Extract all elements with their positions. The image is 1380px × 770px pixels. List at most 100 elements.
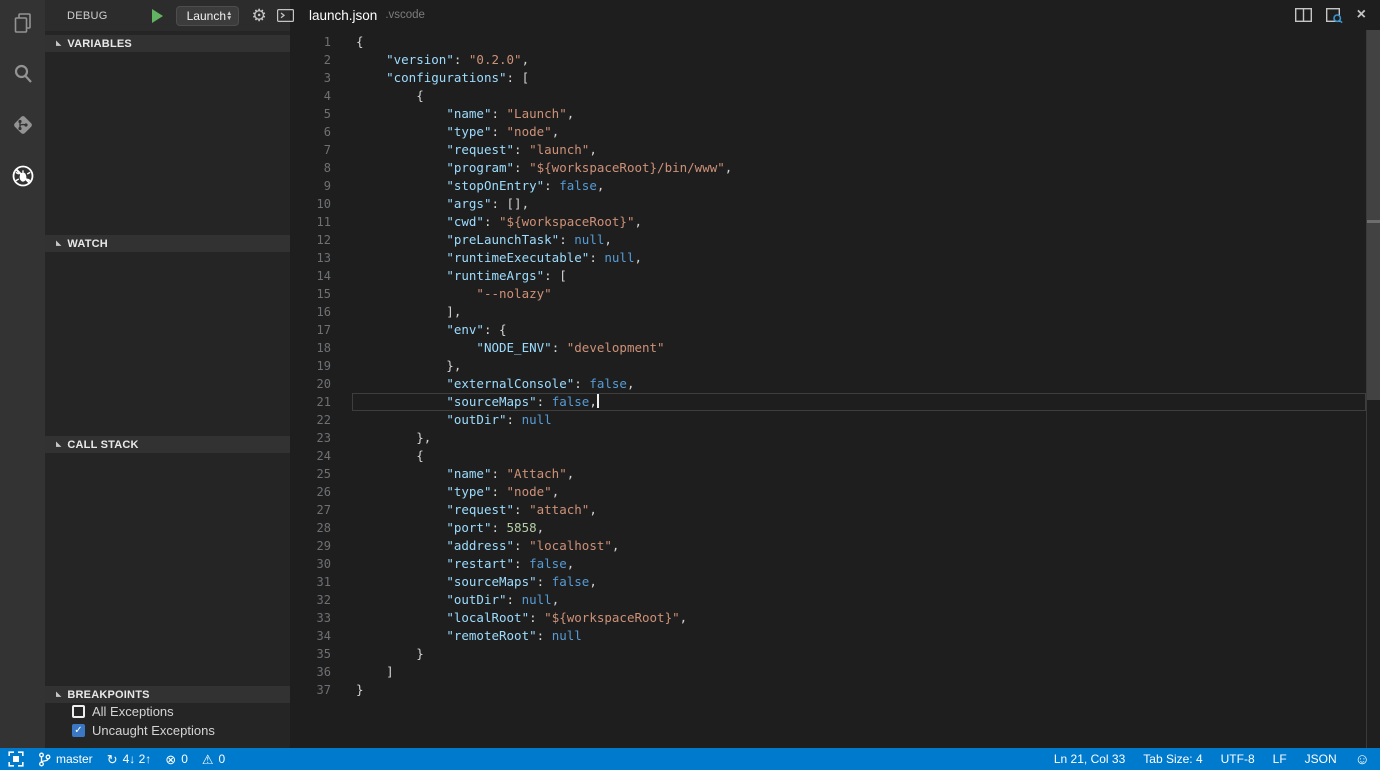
code-line[interactable]: 16 ], — [290, 303, 1366, 321]
tab-size-status[interactable]: Tab Size: 4 — [1143, 752, 1202, 766]
code-line-text[interactable]: "version": "0.2.0", — [352, 51, 1366, 69]
code-line-text[interactable]: "env": { — [352, 321, 1366, 339]
line-number[interactable]: 26 — [290, 483, 352, 501]
breakpoint-item[interactable]: All Exceptions — [45, 702, 290, 721]
code-line[interactable]: 35 } — [290, 645, 1366, 663]
frame-status-icon[interactable] — [8, 751, 24, 767]
code-line-text[interactable]: "name": "Launch", — [352, 105, 1366, 123]
code-line-text[interactable]: }, — [352, 357, 1366, 375]
code-line-text[interactable]: "restart": false, — [352, 555, 1366, 573]
code-line[interactable]: 8 "program": "${workspaceRoot}/bin/www", — [290, 159, 1366, 177]
code-line[interactable]: 17 "env": { — [290, 321, 1366, 339]
code-line[interactable]: 22 "outDir": null — [290, 411, 1366, 429]
code-line[interactable]: 4 { — [290, 87, 1366, 105]
code-line-text[interactable]: } — [352, 645, 1366, 663]
line-number[interactable]: 4 — [290, 87, 352, 105]
line-number[interactable]: 8 — [290, 159, 352, 177]
line-number[interactable]: 30 — [290, 555, 352, 573]
code-line-text[interactable]: "cwd": "${workspaceRoot}", — [352, 213, 1366, 231]
code-line[interactable]: 6 "type": "node", — [290, 123, 1366, 141]
code-line-text[interactable]: "externalConsole": false, — [352, 375, 1366, 393]
code-line[interactable]: 13 "runtimeExecutable": null, — [290, 249, 1366, 267]
activity-item-source-control[interactable] — [0, 102, 45, 153]
code-line-text[interactable]: "program": "${workspaceRoot}/bin/www", — [352, 159, 1366, 177]
line-number[interactable]: 9 — [290, 177, 352, 195]
code-line[interactable]: 11 "cwd": "${workspaceRoot}", — [290, 213, 1366, 231]
code-line[interactable]: 30 "restart": false, — [290, 555, 1366, 573]
configure-gear-icon[interactable]: ⚙ — [251, 7, 266, 24]
code-line-text[interactable]: { — [352, 87, 1366, 105]
line-number[interactable]: 20 — [290, 375, 352, 393]
line-number[interactable]: 10 — [290, 195, 352, 213]
code-line-text[interactable]: "request": "launch", — [352, 141, 1366, 159]
code-line-text[interactable]: }, — [352, 429, 1366, 447]
feedback-smiley-icon[interactable]: ☺ — [1355, 752, 1370, 767]
close-editor-icon[interactable]: × — [1357, 7, 1366, 23]
code-line[interactable]: 9 "stopOnEntry": false, — [290, 177, 1366, 195]
line-number[interactable]: 3 — [290, 69, 352, 87]
line-number[interactable]: 25 — [290, 465, 352, 483]
code-line[interactable]: 29 "address": "localhost", — [290, 537, 1366, 555]
warnings-status[interactable]: ⚠ 0 — [202, 752, 225, 766]
pane-header-breakpoints[interactable]: ◣ BREAKPOINTS — [45, 686, 290, 703]
line-number[interactable]: 27 — [290, 501, 352, 519]
code-line-text[interactable]: "name": "Attach", — [352, 465, 1366, 483]
scrollbar-slider[interactable] — [1367, 30, 1380, 400]
code-line[interactable]: 37} — [290, 681, 1366, 699]
eol-status[interactable]: LF — [1273, 752, 1287, 766]
line-number[interactable]: 11 — [290, 213, 352, 231]
code-line[interactable]: 34 "remoteRoot": null — [290, 627, 1366, 645]
code-line-text[interactable]: ], — [352, 303, 1366, 321]
git-branch-status[interactable]: master — [38, 752, 93, 767]
activity-item-debug[interactable] — [0, 153, 45, 204]
code-line[interactable]: 31 "sourceMaps": false, — [290, 573, 1366, 591]
code-line-text[interactable]: { — [352, 447, 1366, 465]
line-number[interactable]: 18 — [290, 339, 352, 357]
code-line-text[interactable]: "localRoot": "${workspaceRoot}", — [352, 609, 1366, 627]
line-number[interactable]: 31 — [290, 573, 352, 591]
code-line-text[interactable]: "configurations": [ — [352, 69, 1366, 87]
code-line[interactable]: 27 "request": "attach", — [290, 501, 1366, 519]
line-number[interactable]: 14 — [290, 267, 352, 285]
activity-item-search[interactable] — [0, 51, 45, 102]
debug-config-dropdown[interactable]: Launch ▲▼ — [176, 6, 240, 26]
line-number[interactable]: 33 — [290, 609, 352, 627]
code-line-text[interactable]: } — [352, 681, 1366, 699]
line-number[interactable]: 22 — [290, 411, 352, 429]
code-line-text[interactable]: "sourceMaps": false, — [352, 573, 1366, 591]
checkbox-unchecked-icon[interactable] — [72, 705, 85, 718]
line-number[interactable]: 28 — [290, 519, 352, 537]
code-line-text[interactable]: "args": [], — [352, 195, 1366, 213]
code-line[interactable]: 28 "port": 5858, — [290, 519, 1366, 537]
code-line-text[interactable]: "runtimeExecutable": null, — [352, 249, 1366, 267]
code-line-text[interactable]: "address": "localhost", — [352, 537, 1366, 555]
code-line[interactable]: 33 "localRoot": "${workspaceRoot}", — [290, 609, 1366, 627]
start-debug-button[interactable] — [152, 9, 163, 23]
code-line[interactable]: 18 "NODE_ENV": "development" — [290, 339, 1366, 357]
line-number[interactable]: 5 — [290, 105, 352, 123]
code-line-text[interactable]: "type": "node", — [352, 483, 1366, 501]
language-mode-status[interactable]: JSON — [1305, 752, 1337, 766]
code-line[interactable]: 10 "args": [], — [290, 195, 1366, 213]
line-number[interactable]: 15 — [290, 285, 352, 303]
code-line[interactable]: 14 "runtimeArgs": [ — [290, 267, 1366, 285]
split-editor-icon[interactable] — [1295, 8, 1312, 22]
line-number[interactable]: 32 — [290, 591, 352, 609]
code-line[interactable]: 32 "outDir": null, — [290, 591, 1366, 609]
code-line[interactable]: 21 "sourceMaps": false, — [290, 393, 1366, 411]
cursor-position-status[interactable]: Ln 21, Col 33 — [1054, 752, 1125, 766]
code-line-text[interactable]: "stopOnEntry": false, — [352, 177, 1366, 195]
line-number[interactable]: 24 — [290, 447, 352, 465]
line-number[interactable]: 13 — [290, 249, 352, 267]
line-number[interactable]: 6 — [290, 123, 352, 141]
line-number[interactable]: 17 — [290, 321, 352, 339]
errors-status[interactable]: ⊗ 0 — [165, 752, 188, 766]
code-line[interactable]: 1{ — [290, 33, 1366, 51]
code-line[interactable]: 3 "configurations": [ — [290, 69, 1366, 87]
line-number[interactable]: 34 — [290, 627, 352, 645]
sync-status[interactable]: ↻ 4↓ 2↑ — [107, 752, 152, 766]
code-line-text[interactable]: "preLaunchTask": null, — [352, 231, 1366, 249]
code-line-text[interactable]: "outDir": null — [352, 411, 1366, 429]
code-line-text[interactable]: "request": "attach", — [352, 501, 1366, 519]
code-line-text[interactable]: "NODE_ENV": "development" — [352, 339, 1366, 357]
